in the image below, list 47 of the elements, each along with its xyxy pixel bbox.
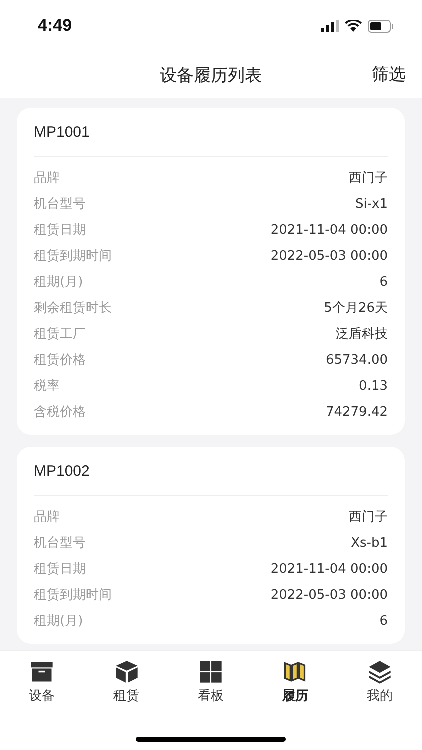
- field-value: 西门子: [349, 509, 388, 526]
- field-label: 租赁到期时间: [34, 248, 112, 265]
- field-value: Si-x1: [355, 196, 388, 212]
- field-label: 租赁日期: [34, 561, 86, 578]
- field-label: 机台型号: [34, 196, 86, 213]
- field-label: 租赁工厂: [34, 326, 86, 343]
- page-title: 设备履历列表: [160, 64, 262, 86]
- field-label: 租期(月): [34, 274, 84, 291]
- tab-item[interactable]: 看板: [176, 659, 246, 705]
- field-label: 租赁到期时间: [34, 587, 112, 604]
- status-time: 4:49: [38, 16, 72, 36]
- map-icon: [282, 659, 308, 685]
- field-value: 2021-11-04 00:00: [270, 222, 388, 238]
- field-value: 6: [380, 274, 388, 290]
- field-value: 2022-05-03 00:00: [270, 588, 388, 602]
- field-value: Xs-b1: [351, 536, 388, 550]
- field-value: 0.13: [359, 378, 388, 394]
- battery-icon: [368, 20, 394, 32]
- field-value: 2021-11-04 00:00: [270, 562, 388, 576]
- layers-icon: [366, 659, 393, 685]
- cube-icon: [114, 659, 140, 685]
- field-label: 机台型号: [34, 535, 86, 552]
- tab-item[interactable]: 租赁: [92, 659, 162, 705]
- field-label: 租赁日期: [34, 222, 86, 239]
- field-value: 65734.00: [326, 352, 388, 368]
- field-label: 租赁价格: [34, 352, 86, 369]
- field-value: 西门子: [349, 170, 388, 187]
- tab-item[interactable]: 我的: [344, 659, 415, 705]
- grid-icon: [198, 659, 224, 685]
- device-code: MP1002: [34, 447, 388, 496]
- tab-item[interactable]: 履历: [260, 659, 330, 705]
- field-label: 品牌: [34, 509, 60, 526]
- wifi-icon: [345, 20, 362, 32]
- field-label: 剩余租赁时长: [34, 300, 112, 317]
- filter-button[interactable]: 筛选: [372, 63, 406, 86]
- signal-icon: [321, 20, 339, 32]
- field-value: 6: [380, 614, 388, 628]
- field-label: 税率: [34, 378, 60, 395]
- field-label: 租期(月): [34, 613, 84, 630]
- field-value: 5个月26天: [324, 300, 388, 317]
- field-value: 泛盾科技: [336, 326, 388, 343]
- field-label: 含税价格: [34, 404, 86, 421]
- field-value: 74279.42: [326, 404, 388, 420]
- device-code: MP1001: [34, 108, 388, 157]
- field-value: 2022-05-03 00:00: [270, 248, 388, 264]
- tab-item[interactable]: 设备: [7, 659, 78, 705]
- field-label: 品牌: [34, 170, 60, 187]
